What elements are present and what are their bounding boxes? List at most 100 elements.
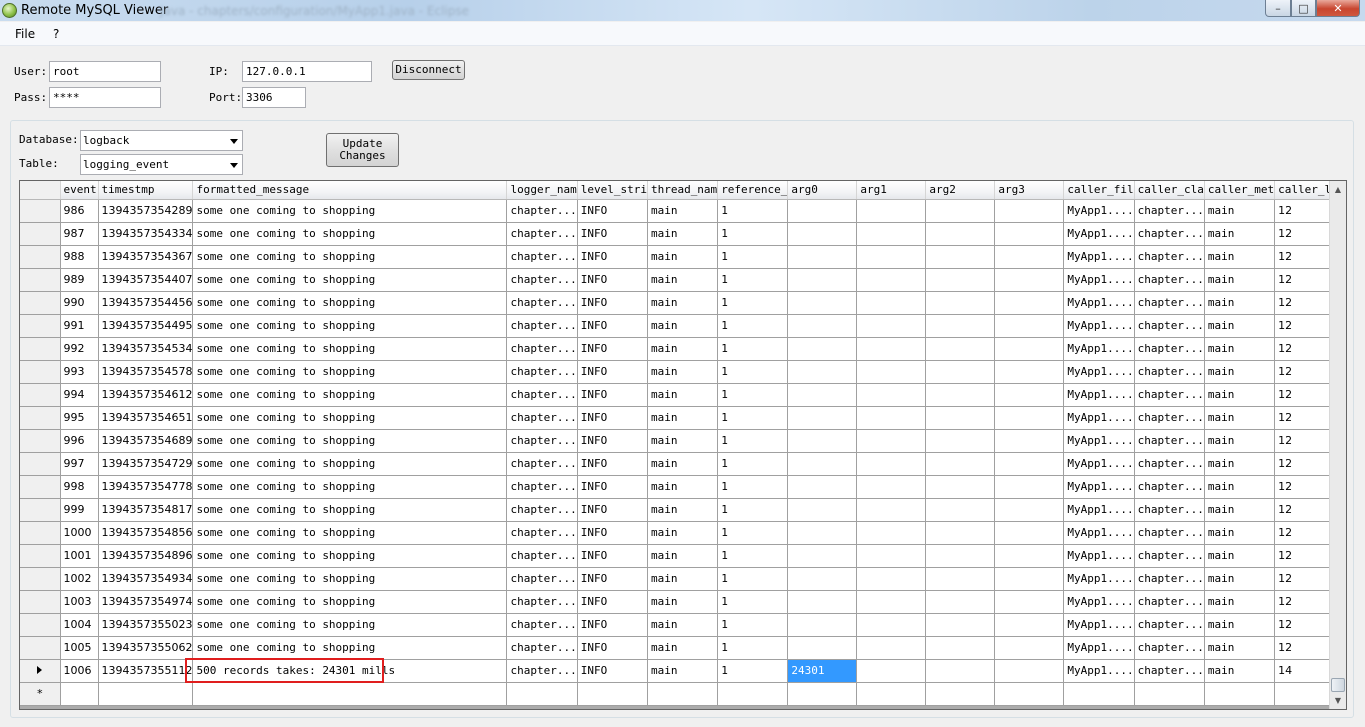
table-cell[interactable]	[994, 498, 1065, 522]
table-cell[interactable]	[787, 383, 858, 407]
table-cell[interactable]	[787, 199, 858, 223]
table-cell[interactable]: 1394357354289	[98, 199, 194, 223]
table-cell[interactable]	[994, 452, 1065, 476]
ip-input[interactable]: 127.0.0.1	[242, 61, 372, 82]
table-cell[interactable]: 1	[717, 521, 789, 545]
table-cell[interactable]: main	[1204, 337, 1276, 361]
table-cell[interactable]	[925, 636, 996, 660]
table-cell[interactable]: some one coming to shopping	[192, 590, 508, 614]
table-cell[interactable]: main	[647, 199, 719, 223]
table-cell[interactable]	[787, 475, 858, 499]
table-cell[interactable]: 500 records takes: 24301 mills	[192, 659, 508, 683]
table-cell[interactable]: 1394357354856	[98, 521, 194, 545]
table-cell[interactable]	[994, 222, 1065, 246]
table-cell[interactable]: chapter...	[506, 567, 578, 591]
table-cell[interactable]	[925, 475, 996, 499]
table-cell[interactable]: 1394357354367	[98, 245, 194, 269]
table-cell[interactable]: MyApp1....	[1063, 337, 1135, 361]
table-cell[interactable]	[1063, 682, 1135, 706]
table-row[interactable]: 986 1394357354289 some one coming to shopp…	[20, 199, 1346, 223]
table-cell[interactable]	[787, 590, 858, 614]
table-cell[interactable]: some one coming to shopping	[192, 475, 508, 499]
table-cell[interactable]: 1394357354495	[98, 314, 194, 338]
password-input[interactable]: ****	[49, 87, 161, 108]
table-cell[interactable]: some one coming to shopping	[192, 314, 508, 338]
data-grid[interactable]: event timestmp formatted_message logger_nam…	[19, 180, 1347, 710]
table-cell[interactable]: 1006	[60, 659, 99, 683]
row-selector[interactable]	[20, 360, 61, 384]
column-header[interactable]: reference_	[717, 181, 789, 200]
table-cell[interactable]	[994, 337, 1065, 361]
table-cell[interactable]	[787, 337, 858, 361]
table-cell[interactable]: 1	[717, 498, 789, 522]
table-cell[interactable]: main	[1204, 452, 1276, 476]
table-cell[interactable]: some one coming to shopping	[192, 613, 508, 637]
table-row[interactable]: 990 1394357354456 some one coming to shopp…	[20, 291, 1346, 315]
table-cell[interactable]	[192, 682, 508, 706]
table-cell[interactable]	[856, 475, 927, 499]
table-cell[interactable]: main	[647, 383, 719, 407]
table-cell[interactable]: chapter...	[506, 429, 578, 453]
table-cell[interactable]: main	[1204, 245, 1276, 269]
table-cell[interactable]: MyApp1....	[1063, 613, 1135, 637]
table-row[interactable]: 991 1394357354495 some one coming to shopp…	[20, 314, 1346, 338]
table-cell[interactable]: main	[1204, 659, 1276, 683]
table-cell[interactable]	[787, 429, 858, 453]
table-cell[interactable]: main	[1204, 222, 1276, 246]
table-cell[interactable]: some one coming to shopping	[192, 360, 508, 384]
table-cell[interactable]	[994, 659, 1065, 683]
table-cell[interactable]: main	[647, 360, 719, 384]
table-cell[interactable]: chapter...	[506, 498, 578, 522]
table-cell[interactable]	[60, 682, 99, 706]
table-cell[interactable]: chapter...	[506, 659, 578, 683]
table-cell[interactable]: 1394357354456	[98, 291, 194, 315]
table-cell[interactable]	[787, 567, 858, 591]
table-cell[interactable]: 1	[717, 360, 789, 384]
table-cell[interactable]: chapter...	[1134, 521, 1205, 545]
table-cell[interactable]: some one coming to shopping	[192, 498, 508, 522]
table-cell[interactable]	[925, 498, 996, 522]
table-cell[interactable]: chapter...	[1134, 268, 1205, 292]
table-cell[interactable]: main	[647, 291, 719, 315]
table-cell[interactable]	[787, 314, 858, 338]
table-cell[interactable]: INFO	[577, 268, 648, 292]
table-cell[interactable]: 988	[60, 245, 99, 269]
table-cell[interactable]	[994, 383, 1065, 407]
table-cell[interactable]: 1394357354578	[98, 360, 194, 384]
table-cell[interactable]: 986	[60, 199, 99, 223]
table-row[interactable]: 989 1394357354407 some one coming to shopp…	[20, 268, 1346, 292]
table-cell[interactable]: 1	[717, 383, 789, 407]
table-cell[interactable]	[577, 682, 648, 706]
table-cell[interactable]	[925, 245, 996, 269]
table-cell[interactable]: main	[647, 429, 719, 453]
table-row[interactable]: 1000 1394357354856 some one coming to shop…	[20, 521, 1346, 545]
table-cell[interactable]: 1394357354612	[98, 383, 194, 407]
table-cell[interactable]	[856, 659, 927, 683]
table-cell[interactable]	[856, 337, 927, 361]
table-cell[interactable]	[925, 268, 996, 292]
table-cell[interactable]	[787, 498, 858, 522]
table-row[interactable]: 992 1394357354534 some one coming to shopp…	[20, 337, 1346, 361]
table-cell[interactable]	[1134, 682, 1205, 706]
table-cell[interactable]: 1	[717, 314, 789, 338]
table-cell[interactable]: main	[647, 222, 719, 246]
table-row[interactable]: 995 1394357354651 some one coming to shopp…	[20, 406, 1346, 430]
table-cell[interactable]	[506, 682, 578, 706]
table-cell[interactable]	[787, 245, 858, 269]
table-cell[interactable]: 1	[717, 337, 789, 361]
table-cell[interactable]: 1	[717, 429, 789, 453]
table-cell[interactable]	[925, 291, 996, 315]
table-cell[interactable]	[925, 567, 996, 591]
table-cell[interactable]: chapter...	[506, 291, 578, 315]
table-cell[interactable]: some one coming to shopping	[192, 337, 508, 361]
table-cell[interactable]: chapter...	[1134, 291, 1205, 315]
table-cell[interactable]: some one coming to shopping	[192, 521, 508, 545]
table-cell[interactable]: some one coming to shopping	[192, 199, 508, 223]
table-cell[interactable]: chapter...	[1134, 544, 1205, 568]
table-cell[interactable]	[856, 383, 927, 407]
table-cell[interactable]: chapter...	[1134, 337, 1205, 361]
row-selector[interactable]	[20, 498, 61, 522]
table-cell[interactable]: chapter...	[1134, 636, 1205, 660]
row-selector[interactable]	[20, 613, 61, 637]
table-cell[interactable]	[856, 521, 927, 545]
